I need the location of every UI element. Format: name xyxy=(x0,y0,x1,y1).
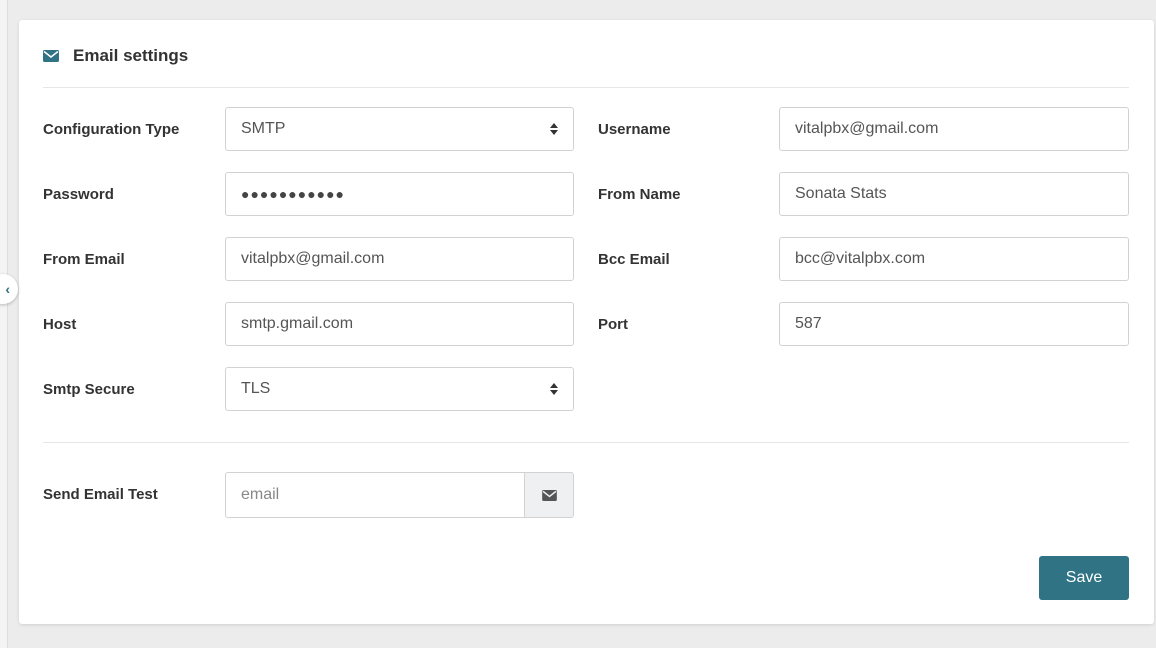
from-name-label: From Name xyxy=(598,186,681,203)
card-title: Email settings xyxy=(73,46,189,65)
select-arrows-icon xyxy=(550,383,558,395)
bcc-email-label: Bcc Email xyxy=(598,251,670,268)
username-input[interactable]: vitalpbx@gmail.com xyxy=(779,107,1129,151)
smtp-secure-select[interactable]: TLS xyxy=(225,367,574,411)
send-email-test-button[interactable] xyxy=(524,472,574,518)
from-email-input[interactable]: vitalpbx@gmail.com xyxy=(225,237,574,281)
from-name-input[interactable]: Sonata Stats xyxy=(779,172,1129,216)
password-label: Password xyxy=(43,186,114,203)
smtp-secure-label: Smtp Secure xyxy=(43,381,135,398)
send-email-test-label: Send Email Test xyxy=(43,486,158,503)
username-value: vitalpbx@gmail.com xyxy=(795,120,939,137)
port-label: Port xyxy=(598,316,628,333)
username-label: Username xyxy=(598,121,671,138)
send-email-test-input[interactable] xyxy=(225,472,525,518)
port-input[interactable]: 587 xyxy=(779,302,1129,346)
host-input[interactable]: smtp.gmail.com xyxy=(225,302,574,346)
section-divider xyxy=(43,442,1129,443)
save-button[interactable]: Save xyxy=(1039,556,1129,600)
sidebar-toggle-button[interactable]: ‹ xyxy=(0,274,18,304)
select-arrows-icon xyxy=(550,123,558,135)
bcc-email-value: bcc@vitalpbx.com xyxy=(795,250,926,267)
header-divider xyxy=(43,87,1129,88)
from-email-value: vitalpbx@gmail.com xyxy=(241,250,385,267)
configuration-type-value: SMTP xyxy=(241,120,286,137)
password-input[interactable]: ●●●●●●●●●●● xyxy=(225,172,574,216)
password-value: ●●●●●●●●●●● xyxy=(241,186,346,202)
host-value: smtp.gmail.com xyxy=(241,315,354,332)
email-settings-card: Email settings Configuration Type SMTP U… xyxy=(19,20,1154,624)
envelope-icon xyxy=(541,489,557,501)
smtp-secure-value: TLS xyxy=(241,380,271,397)
from-email-label: From Email xyxy=(43,251,125,268)
host-label: Host xyxy=(43,316,77,333)
bcc-email-input[interactable]: bcc@vitalpbx.com xyxy=(779,237,1129,281)
from-name-value: Sonata Stats xyxy=(795,185,887,202)
port-value: 587 xyxy=(795,315,822,332)
sidebar-edge xyxy=(0,0,8,648)
envelope-icon xyxy=(43,50,59,62)
chevron-left-icon: ‹ xyxy=(5,281,10,297)
card-header: Email settings xyxy=(43,46,188,66)
configuration-type-select[interactable]: SMTP xyxy=(225,107,574,151)
configuration-type-label: Configuration Type xyxy=(43,121,180,138)
